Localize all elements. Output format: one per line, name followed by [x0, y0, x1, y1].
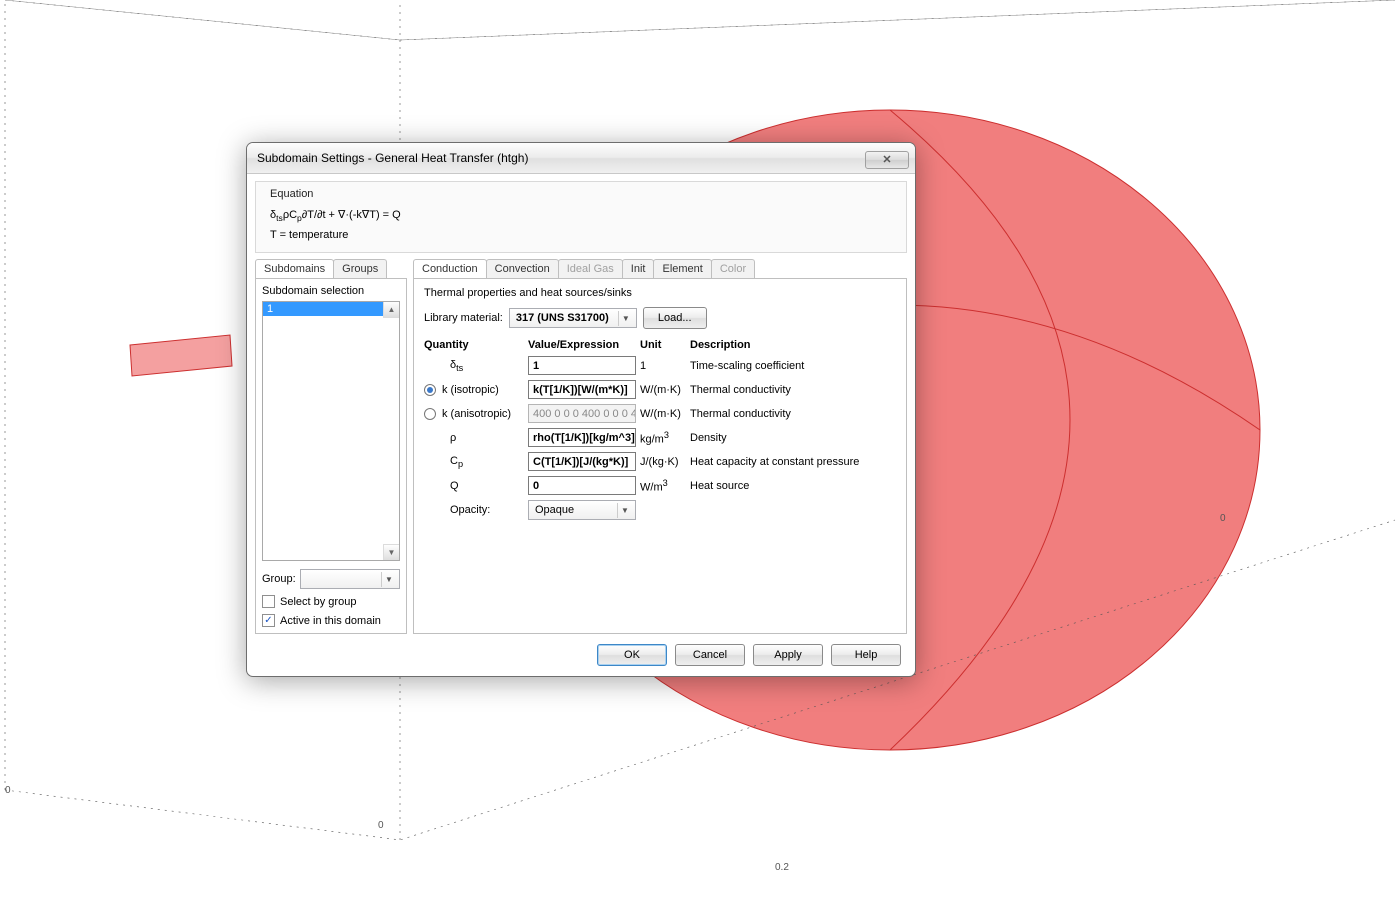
axis-tick-z: 0	[1220, 513, 1226, 524]
section-description: Thermal properties and heat sources/sink…	[424, 287, 896, 299]
unit-kiso: W/(m·K)	[640, 384, 686, 396]
subdomain-selection-label: Subdomain selection	[262, 285, 400, 297]
list-item[interactable]: 1	[263, 302, 399, 316]
input-rho[interactable]: rho(T[1/K])[kg/m^3]	[528, 428, 636, 447]
conduction-panel: Thermal properties and heat sources/sink…	[413, 278, 907, 634]
checkbox-label: Select by group	[280, 596, 356, 608]
group-dropdown[interactable]: ▼	[300, 569, 400, 589]
qty-kiso: k (isotropic)	[442, 384, 499, 396]
qty-cp: Cp	[424, 455, 524, 469]
radio-unselected-icon	[424, 408, 436, 420]
tab-convection[interactable]: Convection	[486, 259, 559, 278]
unit-dts: 1	[640, 360, 686, 372]
tab-subdomains[interactable]: Subdomains	[255, 259, 334, 278]
checkbox-label: Active in this domain	[280, 615, 381, 627]
desc-cp: Heat capacity at constant pressure	[690, 456, 896, 468]
subdomain-settings-dialog: Subdomain Settings - General Heat Transf…	[246, 142, 916, 677]
equation-header: Equation	[266, 188, 896, 200]
axis-tick-y: 0	[378, 820, 384, 831]
col-description: Description	[690, 339, 896, 351]
load-button[interactable]: Load...	[643, 307, 707, 329]
chevron-down-icon: ▼	[381, 572, 396, 587]
axis-tick-x: 0.2	[775, 862, 789, 873]
tab-init[interactable]: Init	[622, 259, 655, 278]
dialog-button-row: OK Cancel Apply Help	[255, 634, 907, 666]
qty-opacity: Opacity:	[424, 504, 524, 516]
qty-kani: k (anisotropic)	[442, 408, 511, 420]
col-quantity: Quantity	[424, 339, 524, 351]
opacity-value: Opaque	[535, 504, 574, 516]
close-icon: ✕	[882, 145, 891, 175]
input-dts[interactable]: 1	[528, 356, 636, 375]
subdomain-listbox[interactable]: 1 ▲ ▼	[262, 301, 400, 561]
group-label: Group:	[262, 573, 296, 585]
qty-dts: δts	[424, 359, 524, 373]
input-kiso[interactable]: k(T[1/K])[W/(m*K)]	[528, 380, 636, 399]
desc-q: Heat source	[690, 480, 896, 492]
tab-ideal-gas: Ideal Gas	[558, 259, 623, 278]
equation-line1: δtsρCp∂T/∂t + ∇·(-k∇T) = Q	[266, 206, 896, 226]
unit-cp: J/(kg·K)	[640, 456, 686, 468]
chevron-down-icon: ▼	[617, 503, 632, 518]
tab-element[interactable]: Element	[653, 259, 711, 278]
checkbox-icon: ✓	[262, 614, 275, 627]
cancel-button[interactable]: Cancel	[675, 644, 745, 666]
opacity-dropdown[interactable]: Opaque ▼	[528, 500, 636, 520]
library-material-label: Library material:	[424, 312, 503, 324]
axis-tick-wall: 0	[5, 785, 11, 796]
library-material-dropdown[interactable]: 317 (UNS S31700) ▼	[509, 308, 637, 328]
unit-rho: kg/m3	[640, 430, 686, 446]
close-button[interactable]: ✕	[865, 151, 909, 169]
radio-selected-icon	[424, 384, 436, 396]
subdomain-panel: Subdomain selection 1 ▲ ▼ Group: ▼	[255, 278, 407, 634]
desc-kiso: Thermal conductivity	[690, 384, 896, 396]
scroll-up-icon[interactable]: ▲	[383, 302, 399, 318]
equation-line2: T = temperature	[266, 226, 896, 245]
help-button[interactable]: Help	[831, 644, 901, 666]
unit-kani: W/(m·K)	[640, 408, 686, 420]
col-value: Value/Expression	[528, 339, 636, 351]
properties-table: Quantity Value/Expression Unit Descripti…	[424, 339, 896, 520]
radio-k-isotropic[interactable]: k (isotropic)	[424, 384, 524, 396]
qty-rho: ρ	[424, 432, 524, 444]
library-material-value: 317 (UNS S31700)	[516, 312, 609, 324]
unit-q: W/m3	[640, 478, 686, 494]
tab-groups[interactable]: Groups	[333, 259, 387, 278]
scroll-down-icon[interactable]: ▼	[383, 544, 399, 560]
dialog-title: Subdomain Settings - General Heat Transf…	[257, 143, 528, 173]
desc-dts: Time-scaling coefficient	[690, 360, 896, 372]
checkbox-icon	[262, 595, 275, 608]
qty-q: Q	[424, 480, 524, 492]
input-kani: 400 0 0 0 400 0 0 0 400	[528, 404, 636, 423]
select-by-group-checkbox[interactable]: Select by group	[262, 595, 400, 608]
equation-panel: Equation δtsρCp∂T/∂t + ∇·(-k∇T) = Q T = …	[255, 181, 907, 253]
dialog-titlebar[interactable]: Subdomain Settings - General Heat Transf…	[247, 143, 915, 174]
chevron-down-icon: ▼	[618, 311, 633, 326]
desc-rho: Density	[690, 432, 896, 444]
tab-conduction[interactable]: Conduction	[413, 259, 487, 278]
input-q[interactable]: 0	[528, 476, 636, 495]
col-unit: Unit	[640, 339, 686, 351]
input-cp[interactable]: C(T[1/K])[J/(kg*K)]	[528, 452, 636, 471]
desc-kani: Thermal conductivity	[690, 408, 896, 420]
ok-button[interactable]: OK	[597, 644, 667, 666]
radio-k-anisotropic[interactable]: k (anisotropic)	[424, 408, 524, 420]
tab-color: Color	[711, 259, 755, 278]
active-in-domain-checkbox[interactable]: ✓ Active in this domain	[262, 614, 400, 627]
apply-button[interactable]: Apply	[753, 644, 823, 666]
